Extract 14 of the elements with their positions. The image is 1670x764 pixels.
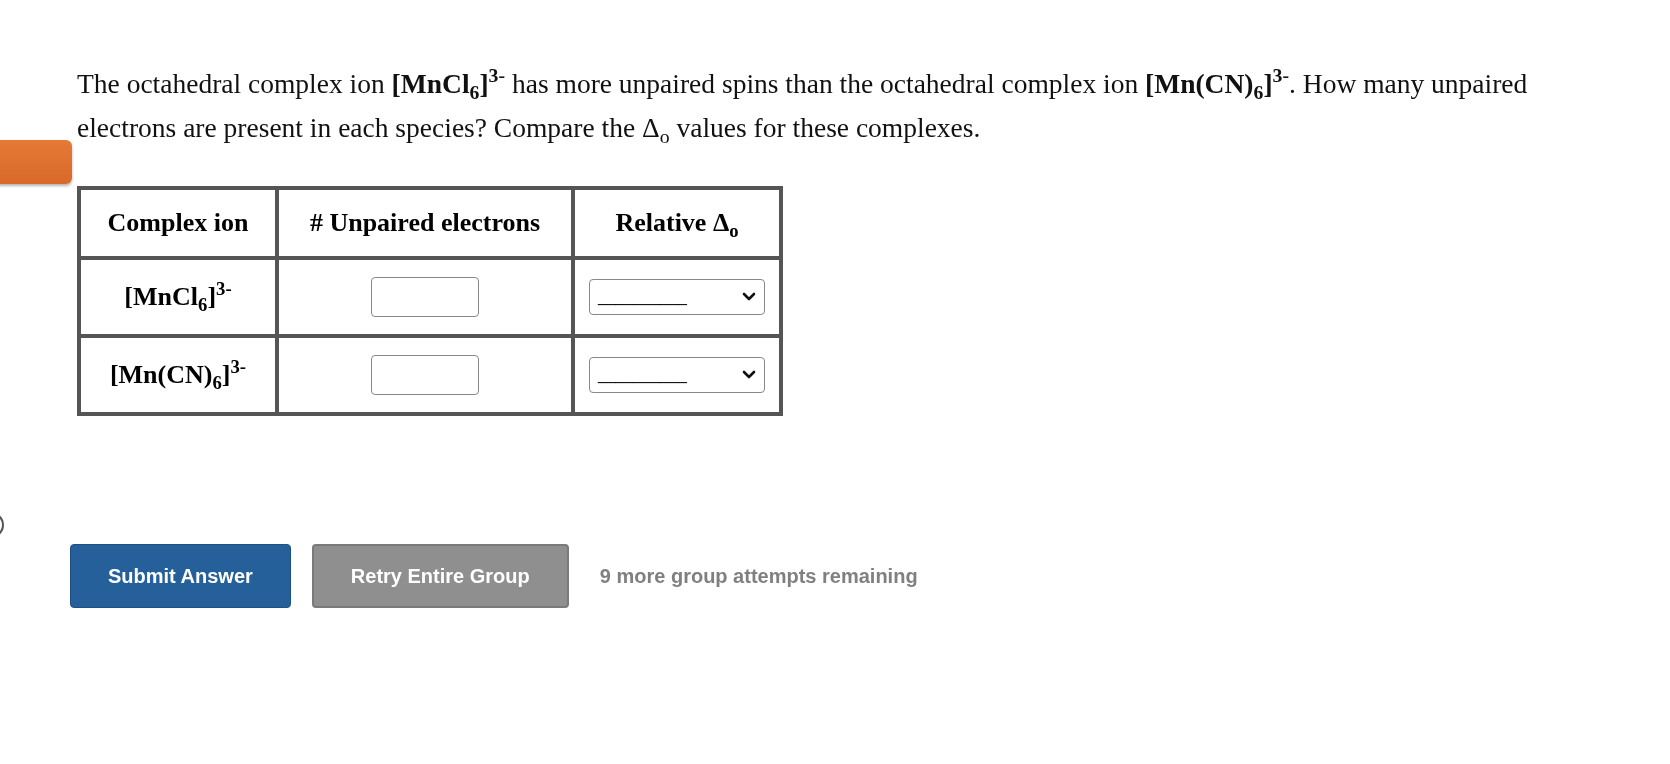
chevron-down-icon [742,370,756,380]
question-text: The octahedral complex ion [MnCl$_{6}$]$^{3-}$ has more unpaired spins than the octahedral complex ion [Mn(CN)$_{6}$]$^{3-}$. How many unpaired electrons are present in each species? Compare the Δ$_{o}$ values for these complexes. [77,63,1529,149]
submit-button[interactable]: Submit Answer [70,544,291,608]
chevron-down-icon [742,292,756,302]
column-header: Relative Δ$_{o}$ [573,188,781,258]
answer-dropdown[interactable]: __________ [589,357,765,393]
table-cell: [MnCl$_{6}$]$^{3-}$ [79,258,277,336]
column-header: # Unpaired electrons [277,188,573,258]
attempts-text: 9 more group attempts remaining [599,564,918,588]
input-field[interactable] [371,355,479,395]
table-cell: [Mn(CN)$_{6}$]$^{3-}$ [79,336,277,414]
answer-dropdown[interactable]: __________ [589,279,765,315]
column-header: Complex ion [79,188,277,258]
input-field[interactable] [371,277,479,317]
